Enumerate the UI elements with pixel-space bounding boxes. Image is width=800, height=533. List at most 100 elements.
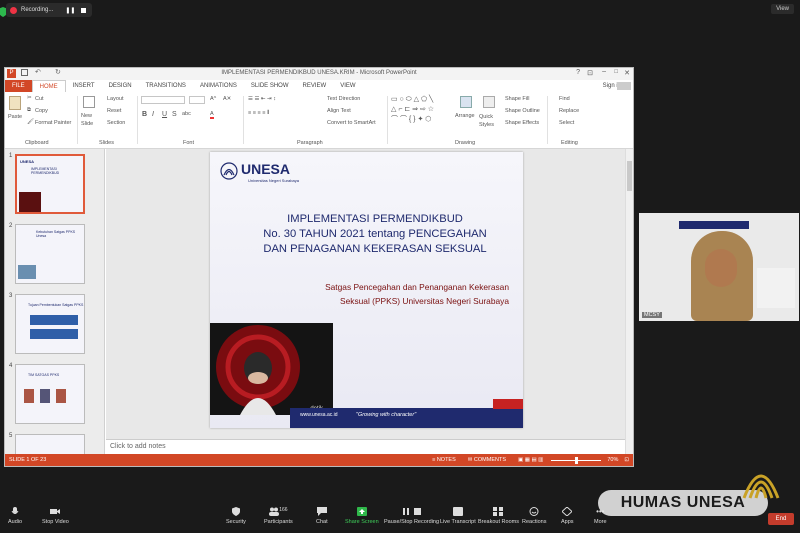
slide-logo-text: UNESA xyxy=(241,161,291,177)
chat-button[interactable]: Chat xyxy=(316,507,328,525)
audio-button[interactable]: Audio xyxy=(8,507,22,525)
italic-button[interactable]: I xyxy=(152,111,154,118)
slides-group-label: Slides xyxy=(99,140,114,146)
text-direction-button[interactable]: Text Direction xyxy=(327,96,360,102)
zoom-slider[interactable] xyxy=(551,456,602,464)
quick-styles-button[interactable]: Quick Styles xyxy=(479,113,497,129)
shape-outline-button[interactable]: Shape Outline xyxy=(505,108,540,114)
maximize-icon[interactable]: □ xyxy=(614,69,618,75)
tab-file[interactable]: FILE xyxy=(5,80,32,92)
arrange-button[interactable]: Arrange xyxy=(455,113,475,119)
zoom-level[interactable]: 70% xyxy=(607,457,618,463)
thumb-title: Tujuan Pembentukan Satgas PPKS xyxy=(28,303,84,307)
underline-button[interactable]: U xyxy=(162,111,167,118)
smartart-button[interactable]: Convert to SmartArt xyxy=(327,120,376,126)
tab-animations[interactable]: ANIMATIONS xyxy=(193,83,244,89)
font-name-dropdown[interactable] xyxy=(141,96,185,104)
tab-slide-show[interactable]: SLIDE SHOW xyxy=(244,83,296,89)
live-transcript-button[interactable]: Live Transcript xyxy=(440,507,476,525)
notes-toggle[interactable]: ≡ NOTES xyxy=(432,457,456,463)
paste-button[interactable]: Paste xyxy=(8,114,22,120)
paste-icon[interactable] xyxy=(9,96,21,110)
live-transcript-label: Live Transcript xyxy=(440,519,476,525)
minimize-icon[interactable]: – xyxy=(602,68,606,75)
chat-label: Chat xyxy=(316,519,328,525)
zoom-slider-thumb[interactable] xyxy=(575,456,579,464)
section-button[interactable]: Section xyxy=(107,120,125,126)
arrange-icon[interactable] xyxy=(460,96,472,108)
cut-icon[interactable]: ✂ xyxy=(27,95,32,101)
tab-design[interactable]: DESIGN xyxy=(102,83,139,89)
copy-button[interactable]: Copy xyxy=(35,108,48,114)
end-meeting-button[interactable]: End xyxy=(768,513,794,525)
comments-toggle[interactable]: ✉ COMMENTS xyxy=(468,457,506,463)
bullets-icon[interactable]: ☰ ☰ ⇤ ⇥ ↕ xyxy=(248,96,276,102)
slide-thumbnail-3[interactable]: Tujuan Pembentukan Satgas PPKS xyxy=(15,294,85,354)
slide-title-line-2: No. 30 TAHUN 2021 tentang PENCEGAHAN xyxy=(263,228,487,240)
clear-format-icon[interactable]: A✕ xyxy=(223,96,231,102)
breakout-rooms-button[interactable]: Breakout Rooms xyxy=(478,507,519,525)
format-painter-icon[interactable]: 🖌 xyxy=(27,119,34,125)
apps-button[interactable]: Apps xyxy=(561,506,574,525)
notes-pane[interactable]: Click to add notes xyxy=(106,439,626,454)
slide-thumbnail-1[interactable]: UNESA IMPLEMENTASI PERMENDIKBUD xyxy=(15,154,85,214)
grow-font-icon[interactable]: A^ xyxy=(210,96,216,102)
share-screen-button[interactable]: Share Screen xyxy=(345,507,379,525)
strikethrough-button[interactable]: S xyxy=(172,111,177,118)
help-icon[interactable]: ? xyxy=(576,69,580,76)
paragraph-group-label: Paragraph xyxy=(297,140,323,146)
stop-icon[interactable] xyxy=(81,7,87,13)
slide-editing-canvas[interactable]: UNESA Universitas Negeri Surabaya IMPLEM… xyxy=(106,149,626,439)
view-button[interactable]: View xyxy=(771,4,794,14)
security-button[interactable]: Security xyxy=(226,507,246,525)
reset-button[interactable]: Reset xyxy=(107,108,121,114)
shape-effects-button[interactable]: Shape Effects xyxy=(505,120,539,126)
ribbon-options-icon[interactable]: ⊡ xyxy=(587,69,593,77)
layout-button[interactable]: Layout xyxy=(107,96,124,102)
close-icon[interactable]: ✕ xyxy=(624,69,630,77)
tab-review[interactable]: REVIEW xyxy=(296,83,334,89)
align-text-button[interactable]: Align Text xyxy=(327,108,351,114)
bold-button[interactable]: B xyxy=(142,111,147,118)
new-slide-button[interactable]: New Slide xyxy=(81,112,95,128)
slide-title: IMPLEMENTASI PERMENDIKBUD No. 30 TAHUN 2… xyxy=(240,212,510,257)
fit-slide-icon[interactable]: ⊡ xyxy=(624,457,629,463)
tab-transitions[interactable]: TRANSITIONS xyxy=(139,83,193,89)
pause-icon[interactable]: ❚❚ xyxy=(65,7,75,14)
reactions-button[interactable]: Reactions xyxy=(522,507,546,525)
participant-video-tile[interactable]: MCSY xyxy=(639,213,799,321)
pause-recording-button[interactable]: Pause/Stop Recording xyxy=(384,507,439,525)
thumb-number: 1 xyxy=(9,153,13,159)
stop-video-button[interactable]: Stop Video xyxy=(42,507,69,525)
participants-icon: 166 xyxy=(265,507,291,516)
scrollbar-thumb[interactable] xyxy=(627,161,632,191)
shapes-gallery[interactable]: ▭ ○ ⬭ △ ⬠ ╲ △ ⌐ ⊏ ⇒ ⇨ ☆ ⌒ ⌒ { } ✦ ⬡ xyxy=(391,95,451,129)
account-avatar-icon[interactable] xyxy=(617,82,631,90)
replace-button[interactable]: Replace xyxy=(559,108,579,114)
find-button[interactable]: Find xyxy=(559,96,570,102)
font-color-icon[interactable]: A xyxy=(210,111,214,119)
slide-thumbnail-5[interactable] xyxy=(15,434,85,454)
current-slide[interactable]: UNESA Universitas Negeri Surabaya IMPLEM… xyxy=(210,152,523,428)
tab-home[interactable]: HOME xyxy=(31,80,66,92)
ribbon-separator xyxy=(243,96,244,144)
slide-thumbnail-4[interactable]: TIM SATGAS PPKS xyxy=(15,364,85,424)
participants-button[interactable]: 166 Participants xyxy=(264,507,293,525)
view-normal-icon[interactable]: ▣ ▦ ▤ ▥ xyxy=(518,457,543,463)
align-icons[interactable]: ≡ ≡ ≡ ≡ ⫴ xyxy=(248,110,269,117)
shape-fill-button[interactable]: Shape Fill xyxy=(505,96,529,102)
tab-insert[interactable]: INSERT xyxy=(66,83,102,89)
slide-thumbnail-2[interactable]: Kebutuhan Satgas PPKS Unesa xyxy=(15,224,85,284)
slide-subtitle-line-2: Seksual (PPKS) Universitas Negeri Suraba… xyxy=(340,296,509,306)
cut-button[interactable]: Cut xyxy=(35,96,44,102)
select-button[interactable]: Select xyxy=(559,120,574,126)
copy-icon[interactable]: ⧉ xyxy=(27,107,31,114)
shadow-button[interactable]: abc xyxy=(182,111,191,117)
font-size-dropdown[interactable] xyxy=(189,96,205,104)
quick-styles-icon[interactable] xyxy=(483,96,495,108)
format-painter-button[interactable]: Format Painter xyxy=(35,120,71,126)
tab-view[interactable]: VIEW xyxy=(333,83,362,89)
new-slide-icon[interactable] xyxy=(83,96,95,108)
vertical-scrollbar[interactable] xyxy=(625,149,633,454)
recording-indicator[interactable]: Recording... ❚❚ xyxy=(6,3,92,17)
